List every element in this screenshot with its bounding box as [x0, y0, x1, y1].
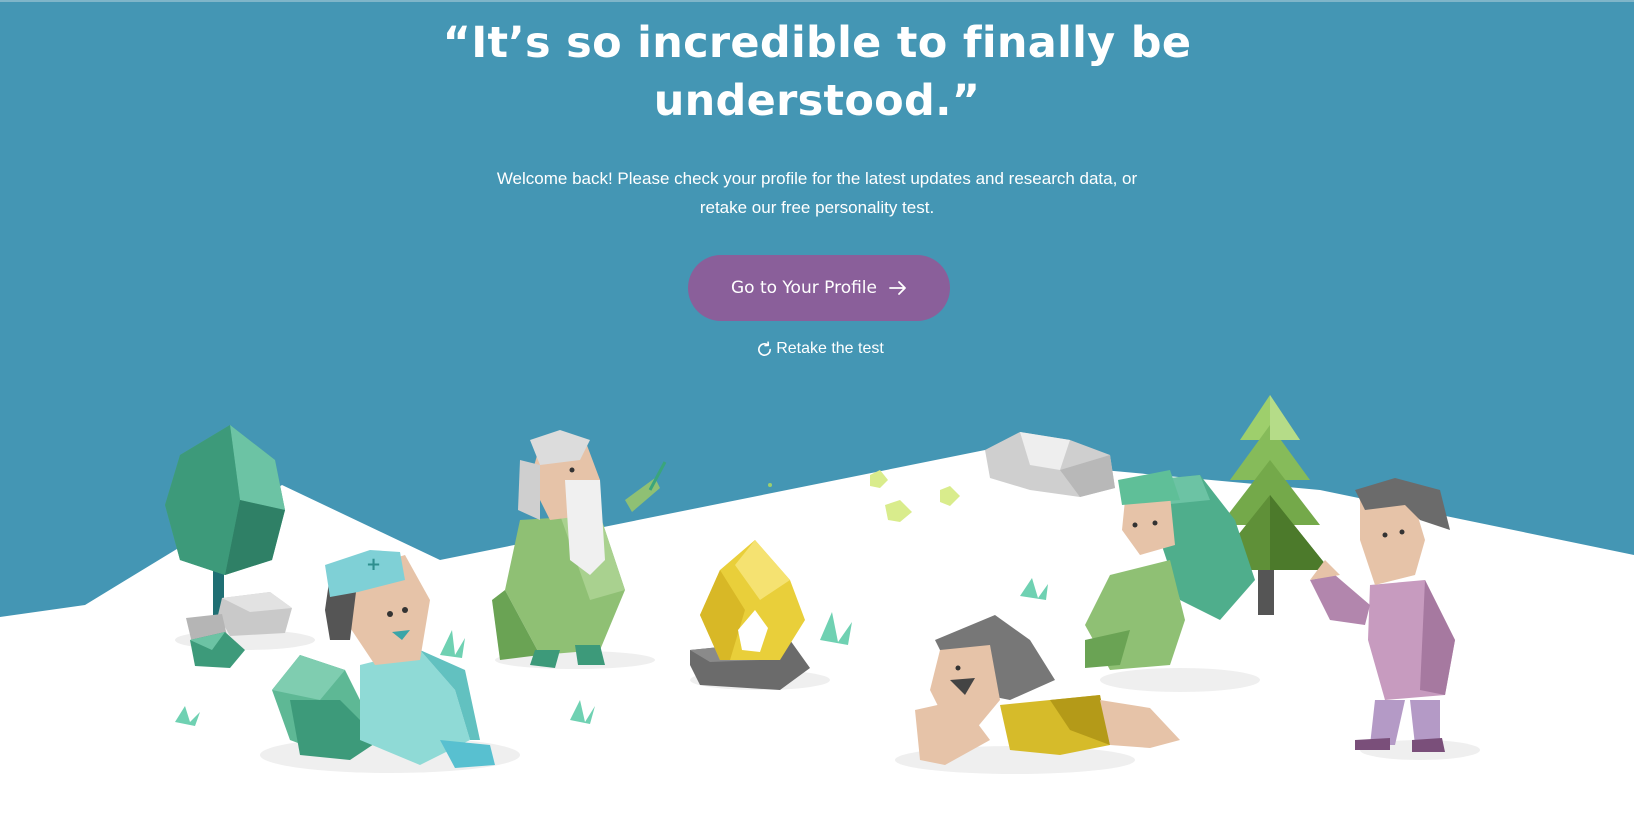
retake-test-link[interactable]: Retake the test: [740, 337, 900, 361]
ground-shadow: [1100, 668, 1260, 692]
arrow-right-icon: [889, 281, 906, 295]
retake-label: Retake the test: [776, 340, 884, 357]
refresh-icon: [758, 340, 772, 356]
hero-section: + “It’s so incredible to finally be unde…: [0, 0, 1634, 824]
svg-text:+: +: [366, 554, 381, 575]
go-to-profile-button[interactable]: Go to Your Profile: [688, 255, 950, 321]
welcome-text: Welcome back! Please check your profile …: [496, 169, 1138, 217]
page-headline: “It’s so incredible to finally be unders…: [442, 18, 1192, 126]
profile-button-label: Go to Your Profile: [730, 278, 877, 298]
